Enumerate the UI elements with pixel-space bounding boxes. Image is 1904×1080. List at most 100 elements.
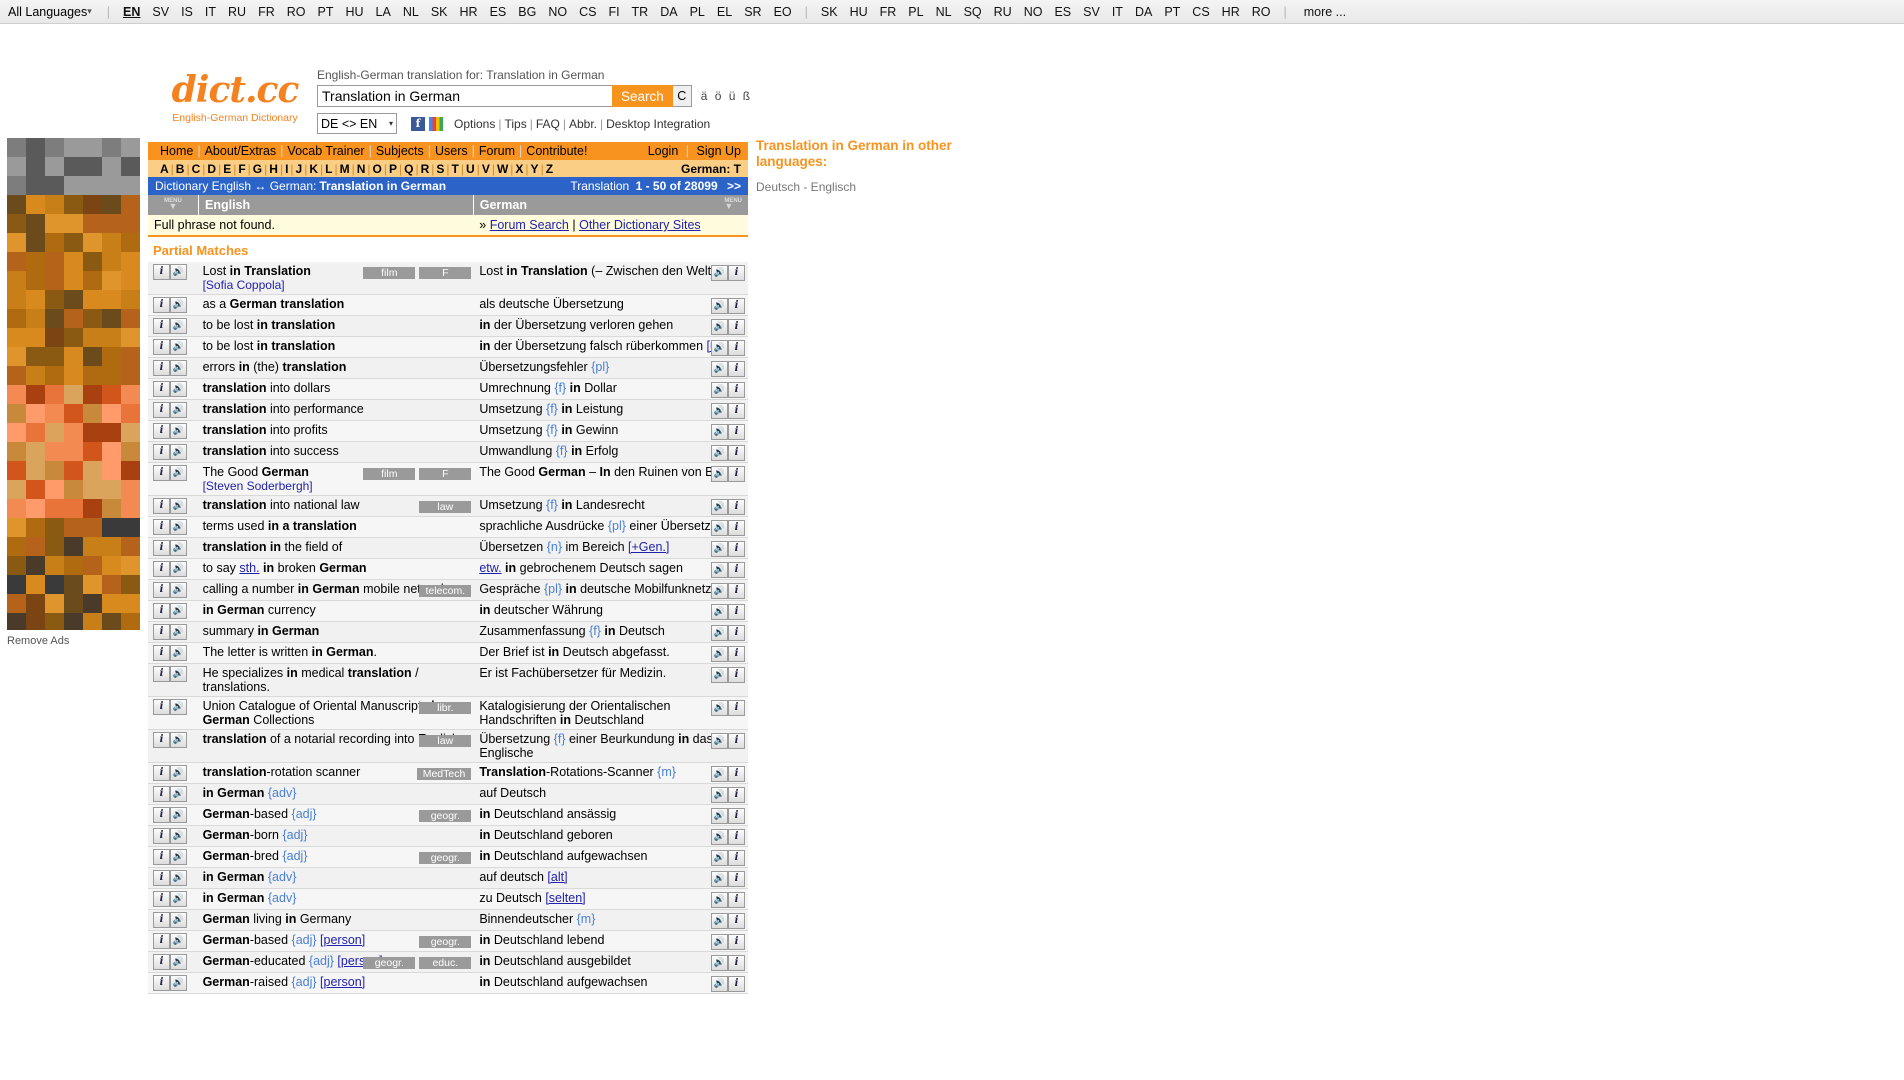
table-row[interactable]: i🔊German-raised {adj} [person]in Deutsch…	[148, 973, 748, 994]
speaker-icon[interactable]: 🔊	[711, 913, 728, 929]
table-row[interactable]: i🔊in German {adv}auf deutsch [alt]🔊i	[148, 868, 748, 889]
language-link-no[interactable]: NO	[548, 5, 567, 19]
info-icon[interactable]: i	[728, 700, 745, 716]
remove-ads-link[interactable]: Remove Ads	[7, 635, 69, 647]
speaker-icon[interactable]: 🔊	[170, 297, 187, 313]
nav-item-contribute[interactable]: Contribute!	[526, 144, 587, 158]
speaker-icon[interactable]: 🔊	[170, 870, 187, 886]
info-icon[interactable]: i	[153, 975, 170, 991]
language-link-cs[interactable]: CS	[1192, 5, 1209, 19]
speaker-icon[interactable]: 🔊	[711, 541, 728, 557]
alphabet-link-d[interactable]: D	[207, 162, 216, 176]
info-icon[interactable]: i	[153, 582, 170, 598]
text-segment[interactable]: [person]	[320, 975, 365, 989]
speaker-icon[interactable]: 🔊	[170, 645, 187, 661]
table-row[interactable]: i🔊translation into dollarsUmrechnung {f}…	[148, 379, 748, 400]
info-icon[interactable]: i	[728, 424, 745, 440]
option-link-tips[interactable]: Tips	[504, 117, 526, 131]
info-icon[interactable]: i	[153, 891, 170, 907]
english-subtitle[interactable]: [Sofia Coppola]	[203, 278, 470, 292]
speaker-icon[interactable]: 🔊	[711, 646, 728, 662]
info-icon[interactable]: i	[153, 423, 170, 439]
info-icon[interactable]: i	[153, 870, 170, 886]
text-segment[interactable]: [person]	[320, 933, 365, 947]
language-link-hr[interactable]: HR	[1222, 5, 1240, 19]
table-row[interactable]: i🔊German-born {adj}in Deutschland gebore…	[148, 826, 748, 847]
alphabet-link-j[interactable]: J	[296, 162, 303, 176]
speaker-icon[interactable]: 🔊	[170, 360, 187, 376]
alphabet-link-v[interactable]: V	[482, 162, 490, 176]
language-link-tr[interactable]: TR	[632, 5, 649, 19]
speaker-icon[interactable]: 🔊	[170, 444, 187, 460]
speaker-icon[interactable]: 🔊	[170, 975, 187, 991]
option-link-faq[interactable]: FAQ	[536, 117, 560, 131]
speaker-icon[interactable]: 🔊	[711, 403, 728, 419]
all-languages-label[interactable]: All Languages	[8, 5, 87, 19]
language-link-es[interactable]: ES	[1054, 5, 1071, 19]
speaker-icon[interactable]: 🔊	[170, 849, 187, 865]
alphabet-link-h[interactable]: H	[269, 162, 278, 176]
language-link-pt[interactable]: PT	[1164, 5, 1180, 19]
alphabet-link-m[interactable]: M	[340, 162, 350, 176]
speaker-icon[interactable]: 🔊	[170, 423, 187, 439]
speaker-icon[interactable]: 🔊	[711, 733, 728, 749]
alphabet-link-l[interactable]: L	[325, 162, 332, 176]
speaker-icon[interactable]: 🔊	[170, 519, 187, 535]
speaker-icon[interactable]: 🔊	[711, 604, 728, 620]
table-row[interactable]: i🔊translation of a notarial recording in…	[148, 730, 748, 763]
table-row[interactable]: i🔊German living in GermanyBinnendeutsche…	[148, 910, 748, 931]
language-link-ro[interactable]: RO	[1252, 5, 1271, 19]
alphabet-link-k[interactable]: K	[309, 162, 318, 176]
speaker-icon[interactable]: 🔊	[711, 319, 728, 335]
table-row[interactable]: i🔊translation-rotation scannerMedTechTra…	[148, 763, 748, 784]
alphabet-link-r[interactable]: R	[421, 162, 430, 176]
table-row[interactable]: i🔊translation into successUmwandlung {f}…	[148, 442, 748, 463]
table-row[interactable]: i🔊errors in (the) translationÜbersetzung…	[148, 358, 748, 379]
speaker-icon[interactable]: 🔊	[170, 402, 187, 418]
speaker-icon[interactable]: 🔊	[711, 667, 728, 683]
table-row[interactable]: i🔊Lost in Translation[Sofia Coppola]film…	[148, 262, 748, 295]
signup-link[interactable]: Sign Up	[697, 144, 741, 158]
language-link-sr[interactable]: SR	[744, 5, 761, 19]
speaker-icon[interactable]: 🔊	[170, 807, 187, 823]
column-header-english[interactable]: English	[199, 195, 474, 215]
alphabet-link-o[interactable]: O	[373, 162, 382, 176]
speaker-icon[interactable]: 🔊	[711, 625, 728, 641]
speaker-icon[interactable]: 🔊	[711, 520, 728, 536]
language-link-el[interactable]: EL	[717, 5, 732, 19]
nav-item-users[interactable]: Users	[435, 144, 468, 158]
subject-tag[interactable]: geogr.	[363, 957, 415, 969]
speaker-icon[interactable]: 🔊	[711, 808, 728, 824]
speaker-icon[interactable]: 🔊	[711, 934, 728, 950]
language-link-sv[interactable]: SV	[1083, 5, 1100, 19]
alphabet-link-c[interactable]: C	[192, 162, 201, 176]
alphabet-link-w[interactable]: W	[497, 162, 508, 176]
alphabet-link-u[interactable]: U	[466, 162, 475, 176]
info-icon[interactable]: i	[153, 699, 170, 715]
speaker-icon[interactable]: 🔊	[170, 891, 187, 907]
info-icon[interactable]: i	[153, 786, 170, 802]
speaker-icon[interactable]: 🔊	[711, 382, 728, 398]
info-icon[interactable]: i	[728, 583, 745, 599]
language-link-pt[interactable]: PT	[317, 5, 333, 19]
info-icon[interactable]: i	[728, 850, 745, 866]
speaker-icon[interactable]: 🔊	[170, 624, 187, 640]
info-icon[interactable]: i	[728, 913, 745, 929]
language-link-ru[interactable]: RU	[228, 5, 246, 19]
table-row[interactable]: i🔊The letter is written in German.Der Br…	[148, 643, 748, 664]
table-row[interactable]: i🔊summary in GermanZusammenfassung {f} i…	[148, 622, 748, 643]
language-link-cs[interactable]: CS	[579, 5, 596, 19]
subject-tag[interactable]: film	[363, 468, 415, 480]
table-row[interactable]: i🔊in German {adv}zu Deutsch [selten]🔊i	[148, 889, 748, 910]
nav-item-forum[interactable]: Forum	[479, 144, 515, 158]
speaker-icon[interactable]: 🔊	[711, 445, 728, 461]
table-row[interactable]: i🔊as a German translationals deutsche Üb…	[148, 295, 748, 316]
language-link-it[interactable]: IT	[1112, 5, 1123, 19]
facebook-icon[interactable]: f	[411, 117, 425, 131]
info-icon[interactable]: i	[728, 787, 745, 803]
table-row[interactable]: i🔊The Good German[Steven Soderbergh]film…	[148, 463, 748, 496]
nav-item-subjects[interactable]: Subjects	[376, 144, 424, 158]
option-link-options[interactable]: Options	[454, 117, 495, 131]
info-icon[interactable]: i	[728, 892, 745, 908]
info-icon[interactable]: i	[153, 264, 170, 280]
